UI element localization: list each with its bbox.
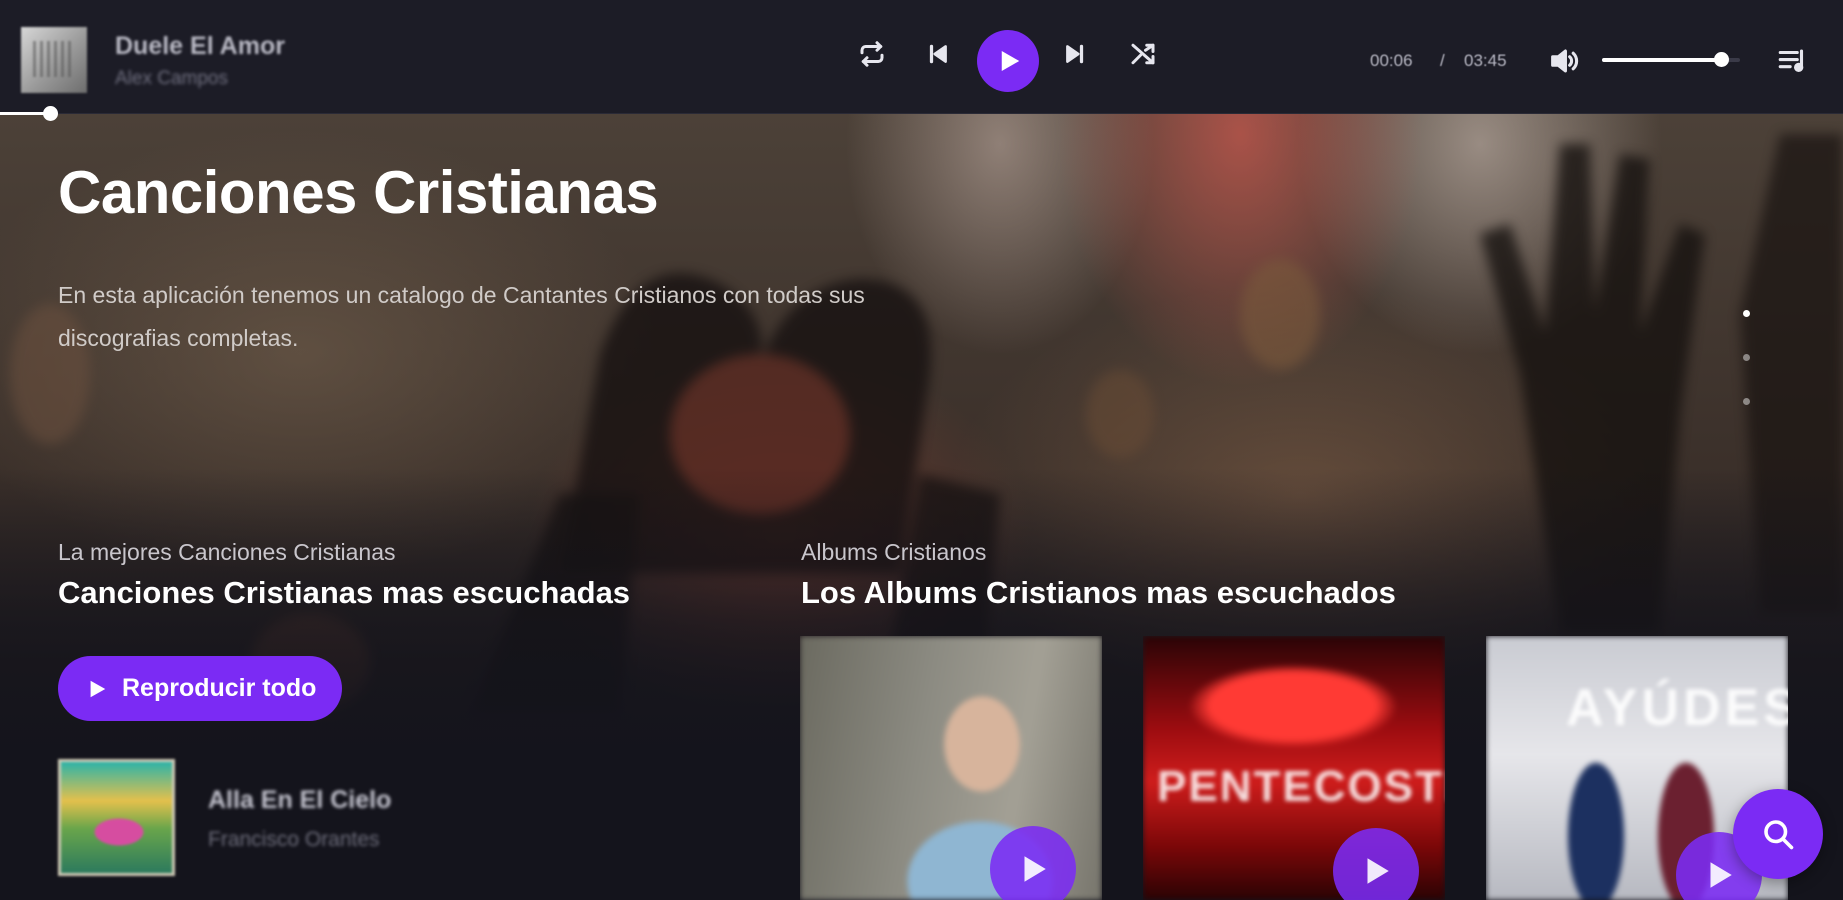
volume-icon [1551, 49, 1579, 73]
play-icon [1710, 862, 1732, 888]
albums-section-subtitle: Albums Cristianos [801, 539, 987, 565]
now-playing-title[interactable]: Duele El Amor [115, 32, 285, 61]
songs-section-subtitle: La mejores Canciones Cristianas [58, 539, 396, 565]
previous-icon [929, 44, 947, 64]
slide-indicator [1743, 310, 1751, 410]
search-button[interactable] [1733, 789, 1823, 879]
album-card[interactable] [800, 636, 1102, 900]
previous-button[interactable] [918, 34, 958, 74]
repeat-button[interactable] [852, 34, 892, 74]
volume-knob[interactable] [1713, 52, 1729, 67]
total-time: 03:45 [1464, 51, 1507, 70]
album-card[interactable]: PENTECOSTÉS [1143, 636, 1445, 900]
seek-bar[interactable] [0, 106, 1843, 121]
song-album-art[interactable] [58, 759, 175, 876]
now-playing-album-art[interactable] [21, 27, 87, 93]
next-button[interactable] [1055, 34, 1095, 74]
albums-section-title: Los Albums Cristianos mas escuchados [801, 575, 1396, 610]
play-icon [1001, 51, 1020, 71]
play-icon [1024, 856, 1046, 882]
play-all-button[interactable]: Reproducir todo [58, 656, 342, 721]
hero-description: En esta aplicación tenemos un catalogo d… [58, 282, 865, 351]
seek-knob[interactable] [42, 106, 58, 121]
shuffle-button[interactable] [1123, 34, 1163, 74]
volume-button[interactable] [1547, 44, 1581, 78]
queue-icon [1778, 49, 1804, 73]
hero-banner: Canciones Cristianas En esta aplicación … [0, 114, 1843, 900]
slide-dot[interactable] [1743, 398, 1750, 405]
songs-section-title: Canciones Cristianas mas escuchadas [58, 575, 631, 610]
song-title[interactable]: Alla En El Cielo [208, 786, 391, 815]
song-artist: Francisco Orantes [208, 828, 380, 851]
queue-button[interactable] [1776, 44, 1810, 78]
shuffle-icon [1131, 43, 1155, 65]
player-bar: Duele El Amor Alex Campos 00:06 / 03:45 [0, 0, 1843, 114]
play-pause-button[interactable] [977, 30, 1039, 92]
hero-title: Canciones Cristianas [58, 159, 659, 226]
next-icon [1066, 44, 1084, 64]
repeat-icon [860, 41, 884, 67]
album-cover-text: PENTECOSTÉS [1157, 762, 1445, 811]
now-playing-artist[interactable]: Alex Campos [115, 68, 228, 90]
play-all-label: Reproducir todo [122, 674, 317, 702]
volume-slider[interactable] [1602, 52, 1740, 67]
play-icon [90, 680, 106, 697]
slide-dot[interactable] [1743, 310, 1750, 317]
play-icon [1367, 858, 1389, 884]
album-cover-text: AYÚDES [1566, 679, 1788, 737]
time-separator: / [1440, 51, 1445, 70]
search-icon [1764, 820, 1794, 850]
current-time: 00:06 [1370, 51, 1413, 70]
volume-level [1602, 58, 1721, 62]
slide-dot[interactable] [1743, 354, 1750, 361]
